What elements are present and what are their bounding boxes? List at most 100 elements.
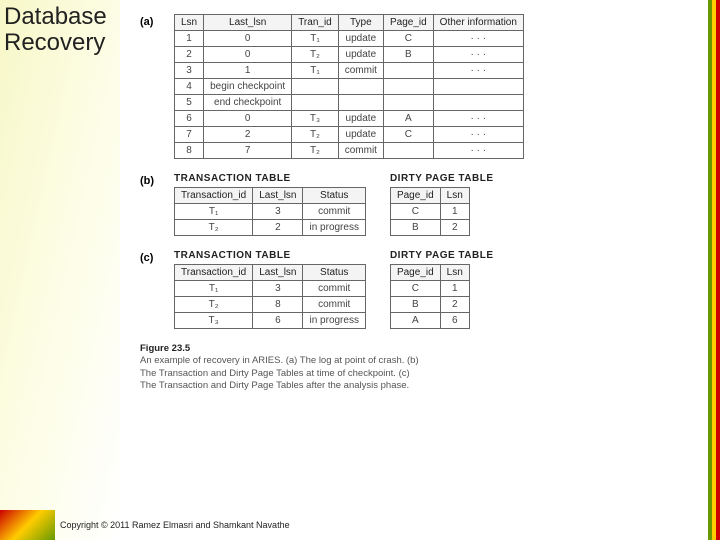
- table-row: 5end checkpoint: [175, 95, 524, 111]
- cell: in progress: [303, 313, 365, 329]
- col-header: Lsn: [175, 15, 204, 31]
- cell: T₁: [292, 31, 339, 47]
- table-row: 10T₁updateC· · ·: [175, 31, 524, 47]
- cell: update: [338, 47, 383, 63]
- panel-c: (c) TRANSACTION TABLE Transaction_idLast…: [140, 250, 700, 329]
- panel-b-dirty-title: DIRTY PAGE TABLE: [390, 173, 494, 184]
- cell: [383, 63, 433, 79]
- cell: 2: [175, 47, 204, 63]
- caption-line-3: The Transaction and Dirty Page Tables af…: [140, 380, 409, 391]
- panel-c-dirty-title: DIRTY PAGE TABLE: [390, 250, 494, 261]
- col-header: Status: [303, 188, 365, 204]
- col-header: Lsn: [440, 188, 469, 204]
- cell: 2: [440, 297, 469, 313]
- caption-line-1: An example of recovery in ARIES. (a) The…: [140, 355, 419, 366]
- panel-b-dirty-wrap: DIRTY PAGE TABLE Page_idLsnC1B2: [390, 173, 494, 236]
- cell: commit: [338, 63, 383, 79]
- col-header: Page_id: [383, 15, 433, 31]
- cell: T₂: [292, 47, 339, 63]
- corner-accent: [0, 510, 55, 540]
- cell: C: [383, 31, 433, 47]
- cell: 1: [440, 204, 469, 220]
- content-area: (a) LsnLast_lsnTran_idTypePage_idOther i…: [140, 14, 700, 392]
- col-header: Status: [303, 265, 365, 281]
- cell: C: [390, 204, 440, 220]
- cell: 6: [253, 313, 303, 329]
- panel-c-trans-title: TRANSACTION TABLE: [174, 250, 366, 261]
- cell: commit: [303, 297, 365, 313]
- cell: C: [383, 127, 433, 143]
- cell: · · ·: [433, 143, 523, 159]
- cell: update: [338, 127, 383, 143]
- log-table: LsnLast_lsnTran_idTypePage_idOther infor…: [174, 14, 524, 159]
- table-row: B2: [390, 220, 469, 236]
- col-header: Lsn: [440, 265, 469, 281]
- cell: 0: [204, 47, 292, 63]
- caption-line-2: The Transaction and Dirty Page Tables at…: [140, 368, 410, 379]
- table-row: 60T₃updateA· · ·: [175, 111, 524, 127]
- cell: 3: [253, 281, 303, 297]
- col-header: Tran_id: [292, 15, 339, 31]
- col-header: Last_lsn: [253, 265, 303, 281]
- col-header: Transaction_id: [175, 188, 253, 204]
- table-row: 31T₁commit · · ·: [175, 63, 524, 79]
- panel-c-dirty-wrap: DIRTY PAGE TABLE Page_idLsnC1B2A6: [390, 250, 494, 329]
- table-row: T₃6in progress: [175, 313, 366, 329]
- cell: · · ·: [433, 63, 523, 79]
- col-header: Page_id: [390, 188, 440, 204]
- panel-c-trans-wrap: TRANSACTION TABLE Transaction_idLast_lsn…: [174, 250, 366, 329]
- cell: B: [390, 220, 440, 236]
- cell: 2: [440, 220, 469, 236]
- cell: [338, 95, 383, 111]
- transaction-table-c: Transaction_idLast_lsnStatusT₁3commitT₂8…: [174, 264, 366, 329]
- col-header: Transaction_id: [175, 265, 253, 281]
- cell: C: [390, 281, 440, 297]
- cell: 7: [204, 143, 292, 159]
- cell: in progress: [303, 220, 365, 236]
- cell: begin checkpoint: [204, 79, 292, 95]
- cell: · · ·: [433, 111, 523, 127]
- cell: 2: [253, 220, 303, 236]
- table-row: T₂8commit: [175, 297, 366, 313]
- cell: commit: [338, 143, 383, 159]
- cell: [383, 143, 433, 159]
- cell: update: [338, 31, 383, 47]
- panel-b-trans-title: TRANSACTION TABLE: [174, 173, 366, 184]
- cell: T₁: [292, 63, 339, 79]
- table-row: B2: [390, 297, 469, 313]
- panel-b-trans-wrap: TRANSACTION TABLE Transaction_idLast_lsn…: [174, 173, 366, 236]
- panel-b: (b) TRANSACTION TABLE Transaction_idLast…: [140, 173, 700, 236]
- cell: 5: [175, 95, 204, 111]
- cell: 0: [204, 31, 292, 47]
- cell: [338, 79, 383, 95]
- cell: [383, 95, 433, 111]
- cell: 1: [204, 63, 292, 79]
- cell: 7: [175, 127, 204, 143]
- col-header: Type: [338, 15, 383, 31]
- transaction-table-b: Transaction_idLast_lsnStatusT₁3commitT₂2…: [174, 187, 366, 236]
- cell: T₂: [292, 127, 339, 143]
- cell: 3: [253, 204, 303, 220]
- cell: 3: [175, 63, 204, 79]
- cell: 1: [175, 31, 204, 47]
- cell: T₁: [175, 281, 253, 297]
- table-row: T₂2in progress: [175, 220, 366, 236]
- cell: end checkpoint: [204, 95, 292, 111]
- title-line-2: Recovery: [4, 30, 107, 56]
- cell: [433, 79, 523, 95]
- title-line-1: Database: [4, 4, 107, 30]
- cell: 1: [440, 281, 469, 297]
- panel-a: (a) LsnLast_lsnTran_idTypePage_idOther i…: [140, 14, 700, 159]
- cell: 6: [440, 313, 469, 329]
- col-header: Other information: [433, 15, 523, 31]
- table-row: T₁3commit: [175, 204, 366, 220]
- col-header: Last_lsn: [204, 15, 292, 31]
- copyright-text: Copyright © 2011 Ramez Elmasri and Shamk…: [60, 520, 290, 530]
- table-row: 4begin checkpoint: [175, 79, 524, 95]
- slide-title: Database Recovery: [4, 4, 107, 57]
- table-row: C1: [390, 281, 469, 297]
- cell: [292, 79, 339, 95]
- table-row: T₁3commit: [175, 281, 366, 297]
- cell: [292, 95, 339, 111]
- dirty-page-table-b: Page_idLsnC1B2: [390, 187, 470, 236]
